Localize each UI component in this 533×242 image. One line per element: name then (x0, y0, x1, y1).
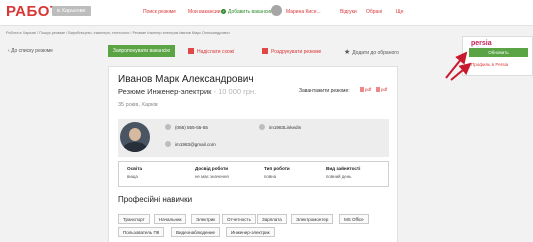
download-file-1-label: pdf (365, 87, 372, 92)
back-to-list-link[interactable]: ‹ До списку резюме (8, 48, 53, 54)
skill-tag: Отчетность (222, 214, 256, 224)
candidate-photo (120, 122, 150, 152)
top-navigation-bar: РАБОТА в Харькове Поиск резюме Мои вакан… (0, 0, 533, 26)
stat-education-title: Освіта (127, 166, 143, 171)
resume-summary-table: Освіта вища Досвід роботи не має значенн… (118, 161, 389, 187)
skill-tag: Электрик (191, 214, 221, 224)
nav-more[interactable]: Ще (396, 9, 403, 15)
persia-profile-link[interactable]: Профиль в Persia (471, 62, 508, 67)
print-icon (262, 48, 268, 54)
phone-icon (165, 124, 171, 130)
resume-position: Резюме Инженер-электрик - 10 000 грн. (118, 87, 256, 96)
skill-tag: Инженер-электрик (226, 227, 275, 237)
stat-schedule-value: повний день (326, 174, 352, 179)
send-icon (188, 48, 194, 54)
nav-responses[interactable]: Відгуки (340, 9, 357, 15)
persia-update-button[interactable]: Обновить (469, 48, 528, 57)
contacts-panel: (066) 555-55-55 im1983Linkedin im1983@gm… (118, 119, 389, 157)
nav-add-vacancy[interactable]: + Добавить вакансию (221, 9, 274, 15)
skills-heading: Професійні навички (118, 195, 193, 204)
offer-vacancy-button[interactable]: Запропонувати вакансію (108, 45, 175, 57)
stat-experience: Досвід роботи не має значення (195, 166, 257, 179)
stat-experience-value: не має значення (195, 174, 229, 179)
download-resume-label: Завантажити резюме: (299, 88, 350, 94)
skill-tag: Пользователь ПК (118, 227, 165, 237)
email-address[interactable]: im1983@gmail.com (175, 142, 216, 147)
position-title: Резюме Инженер-электрик (118, 87, 212, 96)
print-resume-label: Роздрукувати резюме (271, 49, 322, 55)
nav-add-vacancy-label: Добавить вакансию (228, 9, 274, 15)
stat-work-type-value: повна (264, 174, 277, 179)
skill-tag: Видеонаблюдение (171, 227, 221, 237)
print-resume-link[interactable]: Роздрукувати резюме (262, 48, 321, 55)
skill-tag: Электромонтер (291, 214, 334, 224)
skill-tag: Транспорт (118, 214, 150, 224)
stat-education: Освіта вища (127, 166, 189, 179)
photo-body-shape (123, 142, 147, 152)
send-similar-label: Надіслати схожі (197, 49, 235, 55)
email-icon (165, 141, 171, 147)
nav-search-resume[interactable]: Поиск резюме (143, 9, 176, 15)
nav-favorites[interactable]: Обрані (366, 9, 382, 15)
salary: - 10 000 грн. (211, 87, 257, 96)
stat-work-type: Тип роботи повна (264, 166, 326, 179)
pdf-icon (376, 87, 380, 92)
user-avatar[interactable] (271, 5, 282, 16)
skill-tag: Начальник (154, 214, 187, 224)
nav-my-vacancies[interactable]: Мои вакансии (188, 9, 221, 15)
download-file-2[interactable]: pdf (376, 87, 387, 92)
linkedin-icon (259, 124, 265, 130)
skill-tag: Зарплата (257, 214, 287, 224)
user-menu[interactable]: Марина Кисе... (286, 9, 321, 15)
back-to-list-label: До списку резюме (11, 48, 53, 54)
download-file-2-label: pdf (381, 87, 388, 92)
pdf-icon (360, 87, 364, 92)
linkedin-handle[interactable]: im1983Linkedin (269, 125, 301, 130)
skill-tag: MS Office (339, 214, 369, 224)
stat-schedule: Вид зайнятості повний день (326, 166, 388, 179)
candidate-name: Иванов Марк Александрович (118, 74, 254, 85)
stat-experience-title: Досвід роботи (195, 166, 229, 171)
add-to-favorites-link[interactable]: ★ Додати до обраного (344, 48, 399, 56)
resume-card: Иванов Марк Александрович Резюме Инженер… (108, 66, 398, 242)
stat-work-type-title: Тип роботи (264, 166, 290, 171)
star-icon: ★ (344, 49, 353, 56)
city-badge[interactable]: в Харькове (52, 6, 91, 16)
persia-logo: persia (471, 40, 492, 47)
persia-widget: persia Обновить Профиль в Persia (462, 36, 533, 76)
photo-head-shape (129, 128, 141, 141)
phone-number[interactable]: (066) 555-55-55 (175, 125, 208, 130)
stat-schedule-title: Вид зайнятості (326, 166, 361, 171)
breadcrumb[interactable]: Робота в Харкові / Пошук резюме / Виробн… (6, 31, 230, 35)
age-city: 35 років, Харків (118, 102, 158, 108)
add-to-favorites-label: Додати до обраного (352, 50, 399, 56)
download-file-1[interactable]: pdf (360, 87, 371, 92)
send-similar-link[interactable]: Надіслати схожі (188, 48, 234, 55)
stat-education-value: вища (127, 174, 138, 179)
plus-icon: + (221, 9, 226, 14)
